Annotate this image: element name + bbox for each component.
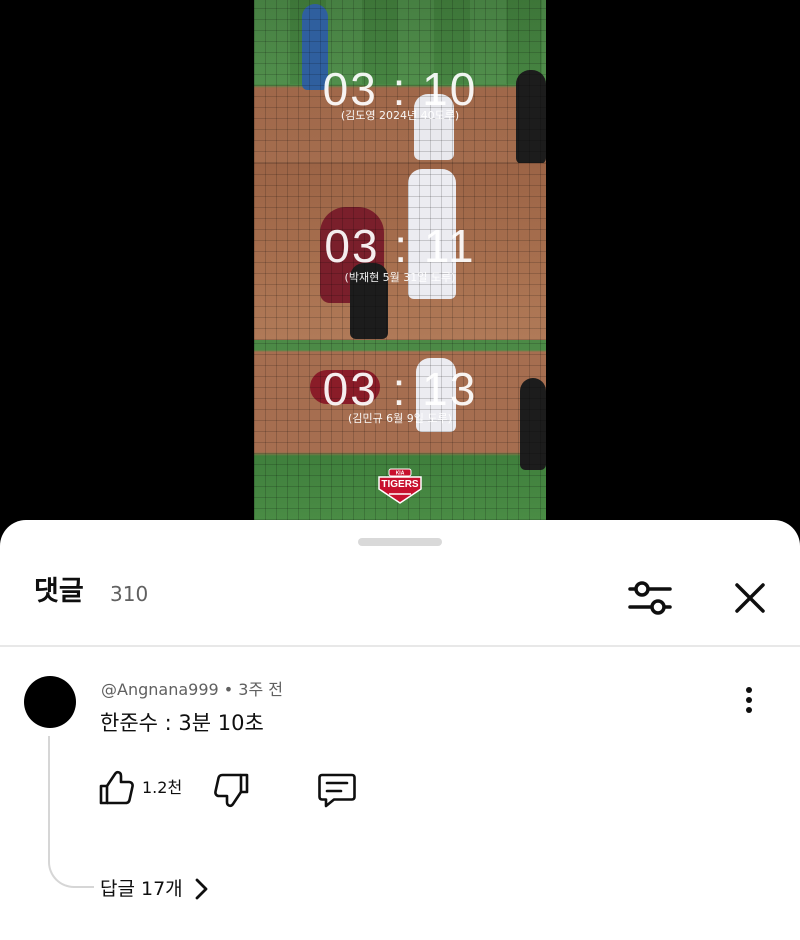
svg-text:TIGERS: TIGERS — [381, 479, 419, 490]
sliders-icon[interactable] — [624, 574, 676, 622]
video-clip-1: 03 : 10 (김도영 2024년 40도루) — [254, 0, 546, 163]
view-replies-link[interactable]: 답글 17개 — [100, 875, 213, 903]
video-player[interactable]: 03 : 10 (김도영 2024년 40도루) 03 : 11 (박재현 5월… — [0, 0, 800, 540]
drag-handle[interactable] — [358, 538, 442, 546]
video-clip-2: 03 : 11 (박재현 5월 31일 도루) — [254, 163, 546, 340]
clip-caption: (김도영 2024년 40도루) — [340, 109, 460, 122]
comments-title: 댓글 — [34, 576, 84, 607]
tigers-logo: TIGERS KIA — [378, 468, 422, 504]
like-count: 1.2천 — [142, 778, 183, 797]
header-divider — [0, 645, 800, 647]
reply-comment-icon[interactable] — [316, 770, 358, 810]
clip-caption: (김민규 6월 9일 도루) — [348, 412, 452, 425]
svg-text:KIA: KIA — [396, 471, 405, 477]
meta-separator: • — [223, 680, 234, 699]
comment-author[interactable]: @Angnana999 — [101, 680, 219, 699]
comment-time: 3주 전 — [238, 680, 284, 699]
thumbs-down-icon[interactable] — [212, 770, 252, 810]
more-options-icon[interactable] — [736, 684, 762, 716]
close-icon[interactable] — [728, 576, 772, 620]
comments-sheet: 댓글 310 @Angnana999 • 3주 전 한준수 : 3분 10초 1… — [0, 520, 800, 940]
chevron-right-icon — [195, 878, 208, 900]
comment-text: 한준수 : 3분 10초 — [100, 711, 264, 735]
clip-timestamp: 03 : 10 — [322, 63, 478, 115]
clip-timestamp: 03 : 11 — [324, 220, 476, 272]
avatar[interactable] — [24, 676, 76, 728]
comment-meta: @Angnana999 • 3주 전 — [101, 682, 283, 698]
replies-count-label: 답글 17개 — [100, 877, 183, 900]
video-frame[interactable]: 03 : 10 (김도영 2024년 40도루) 03 : 11 (박재현 5월… — [254, 0, 546, 520]
clip-caption: (박재현 5월 31일 도루) — [344, 271, 456, 284]
clip-timestamp: 03 : 13 — [322, 363, 478, 415]
thumbs-up-icon[interactable] — [96, 768, 136, 808]
comments-count: 310 — [110, 582, 149, 606]
reply-thread-line — [48, 736, 94, 888]
